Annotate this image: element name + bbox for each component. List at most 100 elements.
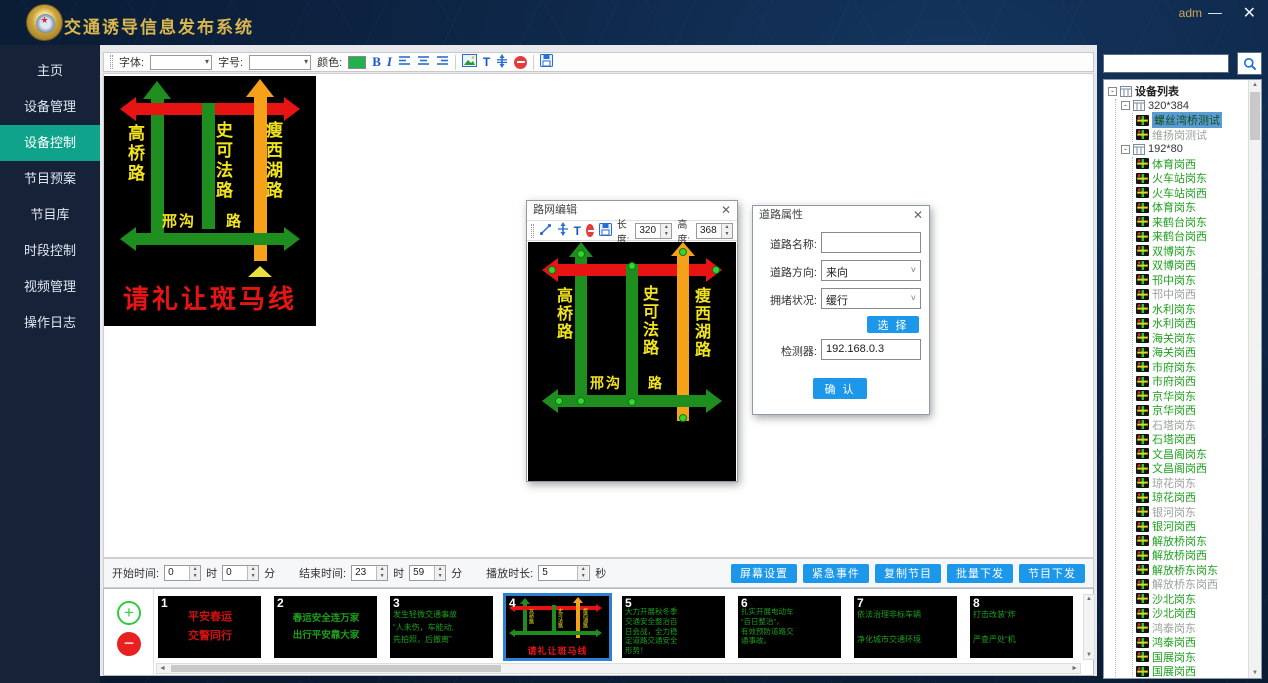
device-tree-item[interactable]: 邗中岗西	[1136, 287, 1259, 302]
device-tree-item[interactable]: 文昌阁岗西	[1136, 461, 1259, 476]
edit-handle[interactable]	[577, 250, 585, 258]
bold-button[interactable]: B	[372, 54, 381, 70]
draw-line-icon[interactable]	[539, 223, 552, 239]
props-close-icon[interactable]: ✕	[913, 206, 923, 225]
device-tree-item[interactable]: 海关岗东	[1136, 331, 1259, 346]
device-tree-item[interactable]: 解放桥东岗东	[1136, 563, 1259, 578]
device-tree-item[interactable]: 体育岗东	[1136, 200, 1259, 215]
edit-handle[interactable]	[555, 397, 563, 405]
playlist-horizontal-scrollbar[interactable]: ◄►	[156, 663, 1081, 674]
sidebar-item-2[interactable]: 设备控制	[0, 125, 100, 161]
edit-handle[interactable]	[679, 248, 687, 256]
device-tree-item[interactable]: 来鹤台岗东	[1136, 215, 1259, 230]
device-tree-item[interactable]: 沙北岗东	[1136, 592, 1259, 607]
edit-handle[interactable]	[712, 266, 720, 274]
device-tree-item[interactable]: 市府岗西	[1136, 374, 1259, 389]
device-tree-item[interactable]: 螺丝湾桥测试	[1136, 113, 1259, 128]
props-dialog-titlebar[interactable]: 道路属性 ✕	[753, 206, 929, 225]
start-minute-spinner[interactable]: 0▲▼	[222, 565, 259, 581]
device-tree-item[interactable]: 来鹤台岗西	[1136, 229, 1259, 244]
device-tree-item[interactable]: 京华岗东	[1136, 389, 1259, 404]
delete-icon[interactable]	[514, 56, 527, 69]
detector-input[interactable]: 192.168.0.3	[821, 339, 921, 360]
scrollbar-thumb[interactable]	[171, 665, 501, 672]
device-tree-item[interactable]: 邗中岗东	[1136, 273, 1259, 288]
device-tree-item[interactable]: 体育岗西	[1136, 157, 1259, 172]
height-spinner[interactable]: 368▲▼	[696, 223, 733, 239]
action-button-0[interactable]: 屏幕设置	[731, 564, 797, 583]
road-direction-select[interactable]: 来向˅	[821, 260, 921, 281]
device-tree-item[interactable]: 石塔岗西	[1136, 432, 1259, 447]
playlist-thumbnail-1[interactable]: 1平安春运交警同行	[158, 596, 261, 658]
device-tree-item[interactable]: 琼花岗西	[1136, 490, 1259, 505]
playlist-thumbnail-3[interactable]: 3发生轻微交通事故“人未伤，车能动,先拍照，后撤离”	[390, 596, 493, 658]
device-tree-item[interactable]: 双博岗东	[1136, 244, 1259, 259]
edit-handle[interactable]	[628, 398, 636, 406]
save-icon[interactable]	[540, 54, 553, 70]
search-button[interactable]	[1237, 52, 1262, 75]
device-search-input[interactable]	[1103, 54, 1229, 73]
road-name-input[interactable]	[821, 232, 921, 253]
road-network-icon[interactable]	[496, 54, 508, 71]
device-tree-item[interactable]: 银河岗东	[1136, 505, 1259, 520]
edit-handle[interactable]	[628, 262, 636, 270]
device-tree-item[interactable]: 银河岗西	[1136, 519, 1259, 534]
tree-expander[interactable]: -	[1121, 101, 1130, 110]
sidebar-item-3[interactable]: 节目预案	[0, 161, 100, 197]
device-tree-item[interactable]: 沙北岗西	[1136, 606, 1259, 621]
sidebar-item-7[interactable]: 操作日志	[0, 305, 100, 341]
device-tree-item[interactable]: 双博岗西	[1136, 258, 1259, 273]
road-cross-icon[interactable]	[557, 222, 569, 239]
edit-handle[interactable]	[577, 397, 585, 405]
tree-expander[interactable]: -	[1108, 87, 1117, 96]
device-tree-item[interactable]: 国展岗东	[1136, 650, 1259, 665]
device-tree-item[interactable]: 琼花岗东	[1136, 476, 1259, 491]
edit-handle[interactable]	[548, 266, 556, 274]
select-detector-button[interactable]: 选 择	[867, 316, 919, 333]
playlist-thumbnail-6[interactable]: 6扎实开展电动车“百日整治”，有效预防道路交通事故。	[738, 596, 841, 658]
action-button-3[interactable]: 批量下发	[947, 564, 1013, 583]
align-left-icon[interactable]	[398, 55, 411, 69]
add-program-button[interactable]: +	[117, 601, 141, 625]
playlist-thumbnail-2[interactable]: 2春运安全连万家出行平安靠大家	[274, 596, 377, 658]
scrollbar-thumb[interactable]	[1250, 92, 1260, 140]
device-tree-item[interactable]: 国展岗西	[1136, 664, 1259, 679]
end-minute-spinner[interactable]: 59▲▼	[409, 565, 446, 581]
device-tree-item[interactable]: 火车站岗东	[1136, 171, 1259, 186]
sign-preview[interactable]: 高桥路 史可法路 瘦西湖路 邢沟 路 请礼让斑马线	[104, 76, 316, 326]
device-name[interactable]: 国展岗西	[1152, 663, 1196, 679]
playlist-thumbnail-8[interactable]: 8打击改装“炸 严查严处“机	[970, 596, 1073, 658]
font-select[interactable]	[150, 55, 212, 70]
sidebar-item-4[interactable]: 节目库	[0, 197, 100, 233]
editor-close-icon[interactable]: ✕	[721, 201, 731, 220]
playlist-thumbnail-5[interactable]: 5大力开展秋冬季交通安全整治百日会战，全力稳定道路交通安全形势！	[622, 596, 725, 658]
duration-spinner[interactable]: 5▲▼	[538, 565, 590, 581]
edit-handle[interactable]	[679, 414, 687, 422]
tree-expander[interactable]: -	[1121, 145, 1130, 154]
congestion-select[interactable]: 缓行˅	[821, 288, 921, 309]
playlist-thumbnail-4[interactable]: 4高桥路史可法路瘦西湖路请礼让斑马线	[506, 596, 609, 658]
editor-delete-icon[interactable]	[586, 224, 594, 237]
device-tree-item[interactable]: 京华岗西	[1136, 403, 1259, 418]
font-size-select[interactable]	[249, 55, 311, 70]
device-panel-scrollbar[interactable]: ▲▼	[1248, 80, 1261, 678]
device-tree-item[interactable]: 文昌阁岗东	[1136, 447, 1259, 462]
align-right-icon[interactable]	[436, 55, 449, 69]
device-tree-item[interactable]: 维扬岗测试	[1136, 128, 1259, 143]
device-tree-item[interactable]: 水利岗东	[1136, 302, 1259, 317]
device-tree-item[interactable]: 海关岗西	[1136, 345, 1259, 360]
sidebar-item-5[interactable]: 时段控制	[0, 233, 100, 269]
sidebar-item-0[interactable]: 主页	[0, 53, 100, 89]
playlist-thumbnail-7[interactable]: 7依法治理非标车辆 净化城市交通环境	[854, 596, 957, 658]
length-spinner[interactable]: 320▲▼	[635, 223, 672, 239]
device-tree-item[interactable]: 水利岗西	[1136, 316, 1259, 331]
editor-save-icon[interactable]	[599, 223, 612, 239]
playlist-vertical-scrollbar[interactable]: ▲▼	[1083, 594, 1095, 660]
end-hour-spinner[interactable]: 23▲▼	[351, 565, 388, 581]
device-tree-item[interactable]: 解放桥岗东	[1136, 534, 1259, 549]
sidebar-item-6[interactable]: 视频管理	[0, 269, 100, 305]
editor-canvas[interactable]: 高桥路 史可法路 瘦西湖路 邢沟 路	[528, 242, 736, 481]
device-tree-item[interactable]: 石塔岗东	[1136, 418, 1259, 433]
device-tree-item[interactable]: 火车站岗西	[1136, 186, 1259, 201]
device-group-name[interactable]: 320*384	[1148, 100, 1189, 112]
